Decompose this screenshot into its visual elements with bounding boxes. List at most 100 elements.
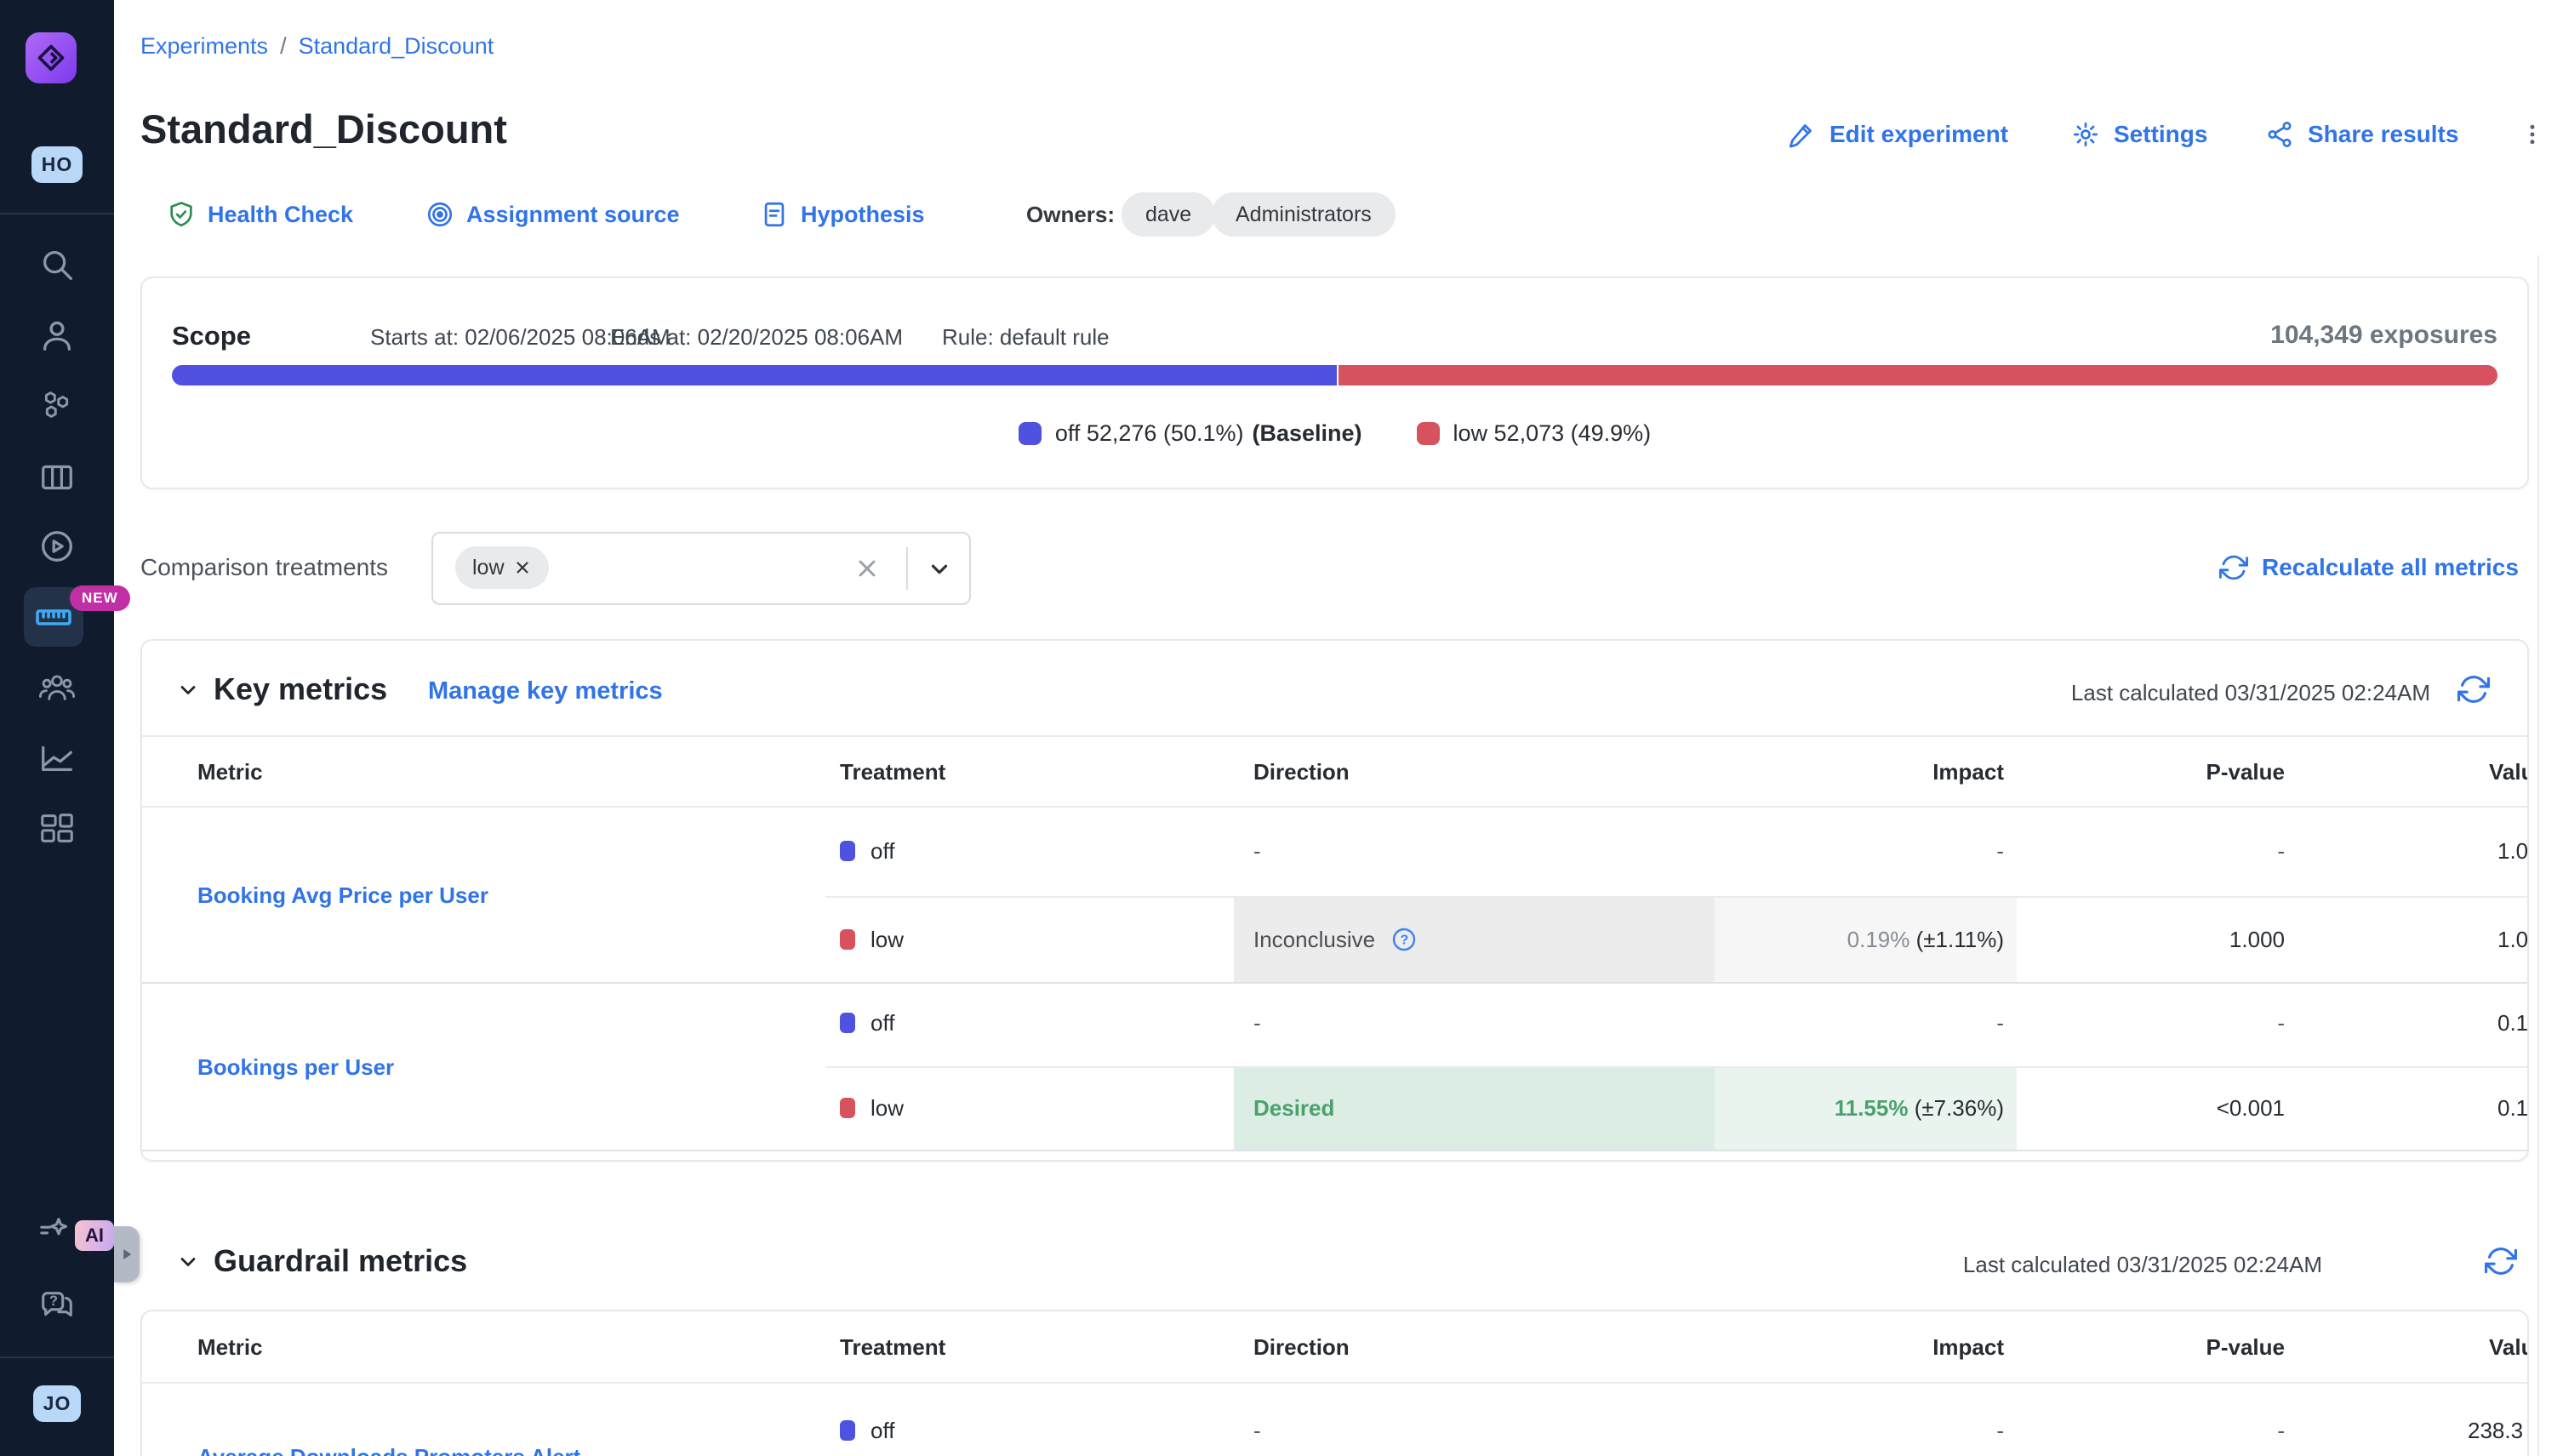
sidebar: HO [0, 0, 114, 1456]
gear-icon [2071, 120, 2100, 149]
svg-text:?: ? [1401, 934, 1409, 948]
metric-link-booking-avg-price[interactable]: Booking Avg Price per User [197, 882, 488, 909]
col-header-metric: Metric [197, 759, 263, 785]
breadcrumb-separator: / [280, 33, 287, 60]
project-switcher[interactable]: HO [0, 146, 114, 183]
impact-ci: (±7.36%) [1915, 1095, 2004, 1121]
search-icon [37, 245, 77, 284]
sidebar-divider [0, 213, 114, 214]
owner-chip-administrators[interactable]: Administrators [1212, 192, 1396, 237]
sidebar-item-support[interactable]: ? [0, 1287, 114, 1326]
shield-check-icon [167, 200, 196, 229]
chevron-down-icon[interactable] [927, 557, 952, 582]
value-value: 1.0 [2497, 927, 2528, 953]
table-row-low-2: low [840, 1085, 904, 1131]
assignment-source-link[interactable]: Assignment source [425, 196, 680, 233]
metric-link-bookings-per-user[interactable]: Bookings per User [197, 1054, 394, 1081]
edit-experiment-button[interactable]: Edit experiment [1787, 116, 2008, 153]
collapse-section-icon[interactable] [176, 678, 200, 702]
refresh-key-metrics-icon[interactable] [2457, 673, 2490, 705]
settings-button[interactable]: Settings [2071, 116, 2207, 153]
comparison-treatments-select[interactable]: low [431, 532, 971, 605]
treatment-swatch-off [840, 1420, 855, 1441]
scope-card: Scope Starts at: 02/06/2025 08:06AM Ends… [140, 277, 2529, 489]
treatment-label: off [871, 1418, 894, 1444]
col-header-value: Value [2489, 759, 2529, 785]
pvalue-value: - [2277, 1418, 2285, 1444]
user-avatar[interactable]: JO [0, 1385, 114, 1422]
exposure-split-bar [172, 365, 2497, 385]
owner-chip-dave[interactable]: dave [1122, 192, 1215, 237]
new-badge: NEW [70, 585, 130, 611]
health-check-link[interactable]: Health Check [167, 196, 353, 233]
pvalue-value: - [2277, 838, 2285, 865]
guardrail-last-calculated: Last calculated 03/31/2025 02:24AM [1963, 1252, 2322, 1278]
value-value: 238.3 [2468, 1418, 2523, 1444]
pvalue-value: - [2277, 1010, 2285, 1036]
sidebar-item-gates[interactable] [0, 386, 114, 425]
people-icon [37, 668, 77, 707]
comparison-treatments-label: Comparison treatments [140, 554, 388, 581]
target-icon [425, 200, 454, 229]
refresh-guardrail-icon[interactable] [2485, 1245, 2517, 1277]
impact-pct: 11.55% [1835, 1095, 1909, 1121]
share-icon [2265, 120, 2294, 149]
ruler-icon [33, 597, 74, 637]
legend-swatch-off [1019, 422, 1042, 445]
impact-value: - [1996, 1418, 2004, 1444]
table-row-low-1: low [840, 916, 904, 962]
logo-diamond-icon [37, 43, 66, 72]
sidebar-item-pulse[interactable] [0, 527, 114, 566]
treatment-chip-low[interactable]: low [455, 546, 549, 589]
statsig-logo[interactable] [26, 32, 77, 83]
chat-question-icon: ? [37, 1287, 77, 1326]
split-bar-low-segment [1339, 365, 2497, 385]
breadcrumb-current-link[interactable]: Standard_Discount [299, 33, 494, 60]
line-chart-icon [37, 738, 77, 777]
sidebar-item-layers[interactable] [0, 458, 114, 497]
sidebar-item-search[interactable] [0, 245, 114, 284]
col-header-treatment: Treatment [840, 1334, 945, 1361]
recalculate-all-metrics-button[interactable]: Recalculate all metrics [2219, 549, 2519, 586]
key-metrics-card: Key metrics Manage key metrics Last calc… [140, 639, 2529, 1162]
sidebar-item-analytics[interactable] [0, 738, 114, 777]
sidebar-item-audiences[interactable] [0, 668, 114, 707]
col-header-direction: Direction [1253, 759, 1350, 785]
sidebar-expand-handle[interactable] [114, 1226, 140, 1282]
treatment-swatch-off [840, 841, 855, 861]
split-bar-off-segment [172, 365, 1337, 385]
metric-link-guardrail-partial[interactable]: Average Downloads Promoters Alert [197, 1444, 580, 1456]
impact-inconclusive: 0.19% (±1.11%) [1847, 927, 2004, 953]
hypothesis-link[interactable]: Hypothesis [760, 196, 925, 233]
breadcrumb-experiments-link[interactable]: Experiments [140, 33, 268, 60]
more-actions-button[interactable] [2515, 114, 2549, 155]
value-value: 0.1 [2497, 1095, 2528, 1122]
direction-value: - [1253, 1010, 1261, 1036]
chip-remove-icon[interactable] [513, 558, 532, 577]
legend-item-off: off 52,276 (50.1%) (Baseline) [1019, 420, 1362, 447]
treatment-chip-label: low [472, 556, 505, 580]
legend-item-low: low 52,073 (49.9%) [1417, 420, 1652, 447]
col-header-impact: Impact [1932, 1334, 2004, 1361]
help-circle-icon[interactable]: ? [1390, 926, 1418, 953]
scope-rule: Rule: default rule [942, 324, 1110, 351]
clear-selection-icon[interactable] [853, 555, 881, 582]
expand-arrow-icon [119, 1247, 134, 1262]
sidebar-item-users[interactable] [0, 316, 114, 355]
page-title: Standard_Discount [140, 106, 507, 152]
guardrail-metrics-title: Guardrail metrics [214, 1243, 467, 1279]
ai-sparkle-icon [37, 1212, 77, 1251]
col-header-direction: Direction [1253, 1334, 1350, 1361]
manage-key-metrics-link[interactable]: Manage key metrics [428, 677, 663, 705]
col-header-pvalue: P-value [2206, 759, 2286, 785]
legend-label-off: off 52,276 (50.1%) [1055, 420, 1244, 447]
impact-value: - [1996, 838, 2004, 865]
share-results-button[interactable]: Share results [2265, 116, 2458, 153]
collapse-guardrail-icon[interactable] [176, 1250, 200, 1274]
sidebar-item-dashboards[interactable] [0, 808, 114, 848]
health-check-label: Health Check [208, 202, 353, 228]
share-results-label: Share results [2308, 121, 2458, 148]
recalculate-label: Recalculate all metrics [2262, 554, 2519, 581]
direction-value: Inconclusive [1253, 927, 1375, 953]
scroll-gutter[interactable] [2537, 255, 2539, 1456]
